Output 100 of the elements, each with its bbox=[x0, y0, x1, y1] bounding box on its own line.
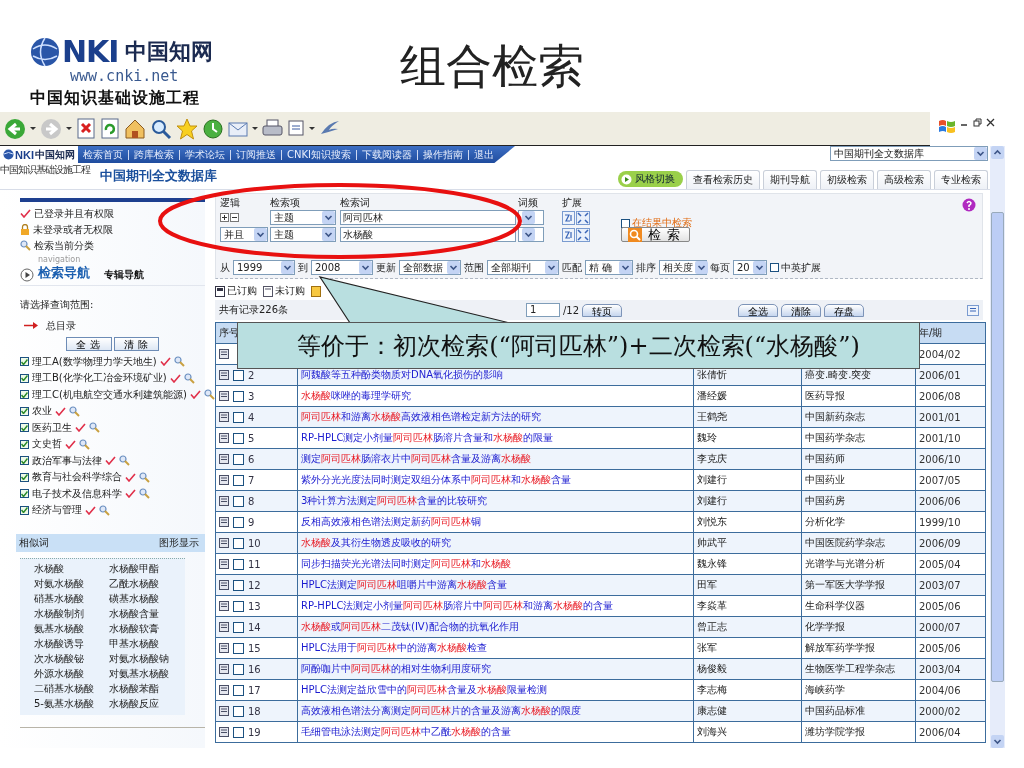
similar-word[interactable]: 硝基水杨酸 bbox=[34, 590, 109, 606]
row-number: 19 bbox=[248, 726, 261, 738]
sidebar-button[interactable]: 全 选 bbox=[65, 337, 112, 351]
similar-word[interactable]: 磺基水杨酸 bbox=[109, 590, 185, 606]
nav-link[interactable]: 退出 bbox=[468, 147, 499, 162]
result-action-button[interactable]: 全选 bbox=[738, 303, 778, 317]
catalog-root[interactable]: 总目录 bbox=[46, 318, 76, 333]
row-number: 7 bbox=[248, 474, 255, 486]
similar-word[interactable]: 二硝基水杨酸 bbox=[34, 680, 109, 696]
category-label[interactable]: 农业 bbox=[32, 404, 52, 418]
table-cell: 生命科学仪器 bbox=[801, 595, 916, 617]
similar-word[interactable]: 次水杨酸铋 bbox=[34, 650, 109, 666]
category-label[interactable]: 教育与社会科学综合 bbox=[32, 470, 122, 484]
category-label[interactable]: 政治军事与法律 bbox=[32, 453, 102, 468]
article-title-link[interactable]: 水杨酸咪唑的毒理学研究 bbox=[301, 390, 411, 401]
row-number: 11 bbox=[248, 558, 261, 570]
table-cell: 2006/08 bbox=[915, 385, 986, 407]
category-label[interactable]: 理工C(机电航空交通水利建筑能源) bbox=[32, 387, 187, 402]
scope-label: 请选择查询范围: bbox=[20, 298, 95, 312]
checkbox-label[interactable]: 中英扩展 bbox=[781, 260, 821, 275]
similar-word[interactable]: 氨基水杨酸 bbox=[34, 620, 109, 636]
page-number-field[interactable]: 1 bbox=[525, 303, 560, 317]
tab[interactable]: 专业检索 bbox=[934, 170, 988, 189]
table-cell: 2007/05 bbox=[915, 469, 986, 491]
similar-word[interactable]: 对氨水杨酸 bbox=[34, 575, 109, 591]
nav-link[interactable]: 跨库检索 bbox=[128, 147, 179, 162]
table-cell: 光谱学与光谱分析 bbox=[801, 553, 916, 575]
filter-label: 到 bbox=[298, 260, 308, 275]
navigation-tab[interactable]: navigation 检索导航 bbox=[20, 256, 90, 285]
site-logo-name: 中国知网 bbox=[34, 147, 75, 162]
similar-word[interactable]: 水杨酸甲酯 bbox=[109, 560, 185, 576]
category-label[interactable]: 理工B(化学化工冶金环境矿业) bbox=[32, 371, 167, 385]
slide-title: 组合检索 bbox=[400, 38, 584, 94]
filter-select[interactable]: 精 确 bbox=[585, 260, 633, 275]
table-cell: 分析化学 bbox=[801, 511, 916, 533]
tab[interactable]: 查看检索历史 bbox=[686, 170, 760, 189]
nav-link[interactable]: 操作指南 bbox=[417, 147, 468, 162]
legend-label: 未订购 bbox=[275, 284, 305, 298]
tab[interactable]: 期刊导航 bbox=[763, 170, 817, 189]
graph-view-link[interactable]: 图形显示 bbox=[159, 535, 199, 550]
style-toggle-button[interactable]: 风格切换 bbox=[618, 171, 683, 187]
logic-select[interactable]: 并且 bbox=[220, 227, 268, 242]
similar-word[interactable]: 水杨酸反应 bbox=[109, 695, 185, 711]
tab[interactable]: 初级检索 bbox=[820, 170, 874, 189]
category-label[interactable]: 电子技术及信息科学 bbox=[32, 486, 122, 501]
nav-link[interactable]: 订阅推送 bbox=[230, 147, 281, 162]
filter-select[interactable]: 相关度 bbox=[659, 260, 707, 275]
page-count: /12 bbox=[562, 304, 579, 316]
field-select[interactable]: 主题 bbox=[270, 227, 336, 242]
category-label[interactable]: 理工A(数学物理力学天地生) bbox=[32, 354, 157, 369]
category-label[interactable]: 经济与管理 bbox=[32, 503, 82, 517]
filter-select[interactable]: 2008 bbox=[311, 260, 373, 275]
result-action-button[interactable]: 清除 bbox=[781, 303, 821, 317]
go-to-page-button[interactable]: 转页 bbox=[582, 303, 622, 317]
similar-word[interactable]: 5-氨基水杨酸 bbox=[34, 695, 109, 711]
row-number: 16 bbox=[248, 663, 261, 675]
table-cell: 魏玲 bbox=[693, 427, 802, 449]
filter-select[interactable]: 20 bbox=[733, 260, 767, 275]
navigation-tab[interactable]: 专辑导航 bbox=[104, 268, 144, 285]
table-cell: 1999/10 bbox=[915, 511, 986, 533]
nav-link[interactable]: 学术论坛 bbox=[179, 147, 230, 162]
similar-word[interactable]: 外源水杨酸 bbox=[34, 665, 109, 681]
nav-link[interactable]: 下载阅读器 bbox=[356, 147, 417, 162]
nav-link[interactable]: CNKI知识搜索 bbox=[281, 147, 356, 162]
filter-select[interactable]: 全部期刊 bbox=[487, 260, 559, 275]
result-action-button[interactable]: 存盘 bbox=[824, 303, 864, 317]
category-label[interactable]: 文史哲 bbox=[32, 437, 62, 451]
field-select[interactable]: 主题 bbox=[270, 210, 336, 225]
table-cell: 刘建行 bbox=[693, 469, 802, 491]
search-button[interactable]: 检 索 bbox=[621, 227, 690, 242]
filter-select[interactable]: 全部数据 bbox=[399, 260, 461, 275]
similar-word[interactable]: 乙酰水杨酸 bbox=[109, 575, 185, 591]
table-cell: 解放军药学学报 bbox=[801, 637, 916, 659]
column-label: 词频 bbox=[518, 196, 539, 208]
similar-word[interactable]: 水杨酸 bbox=[34, 560, 109, 576]
similar-word[interactable]: 甲基水杨酸 bbox=[109, 635, 185, 651]
search-term-field[interactable]: 水杨酸 bbox=[340, 227, 516, 242]
similar-word[interactable]: 对氨水杨酸钠 bbox=[109, 650, 185, 666]
filter-label: 从 bbox=[220, 260, 230, 275]
legend-label: 未登录或者无权限 bbox=[33, 222, 113, 237]
similar-word[interactable]: 水杨酸含量 bbox=[109, 605, 185, 621]
column-label: 检索词 bbox=[340, 196, 371, 208]
similar-word[interactable]: 水杨酸软膏 bbox=[109, 620, 185, 636]
category-label[interactable]: 医药卫生 bbox=[32, 420, 72, 435]
similar-word[interactable]: 水杨酸制剂 bbox=[34, 605, 109, 621]
filter-label: 更新 bbox=[376, 260, 396, 275]
database-select[interactable]: 中国期刊全文数据库 bbox=[830, 146, 988, 161]
similar-word[interactable]: 水杨酸诱导 bbox=[34, 635, 109, 651]
table-cell: 潘经媛 bbox=[693, 385, 802, 407]
nav-link[interactable]: 检索首页 bbox=[77, 147, 128, 162]
sidebar-button[interactable]: 清 除 bbox=[113, 337, 160, 351]
filter-label: 范围 bbox=[464, 260, 484, 275]
similar-word[interactable]: 对氨基水杨酸 bbox=[109, 665, 185, 681]
search-term-field[interactable]: 阿司匹林 bbox=[340, 210, 516, 225]
tab[interactable]: 高级检索 bbox=[877, 170, 931, 189]
similar-word[interactable]: 水杨酸苯酯 bbox=[109, 680, 185, 696]
row-number: 13 bbox=[248, 600, 261, 612]
article-title-link[interactable]: 水杨酸及其衍生物透皮吸收的研究 bbox=[301, 537, 451, 548]
filter-select[interactable]: 1999 bbox=[233, 260, 295, 275]
table-cell: 2006/04 bbox=[915, 721, 986, 743]
